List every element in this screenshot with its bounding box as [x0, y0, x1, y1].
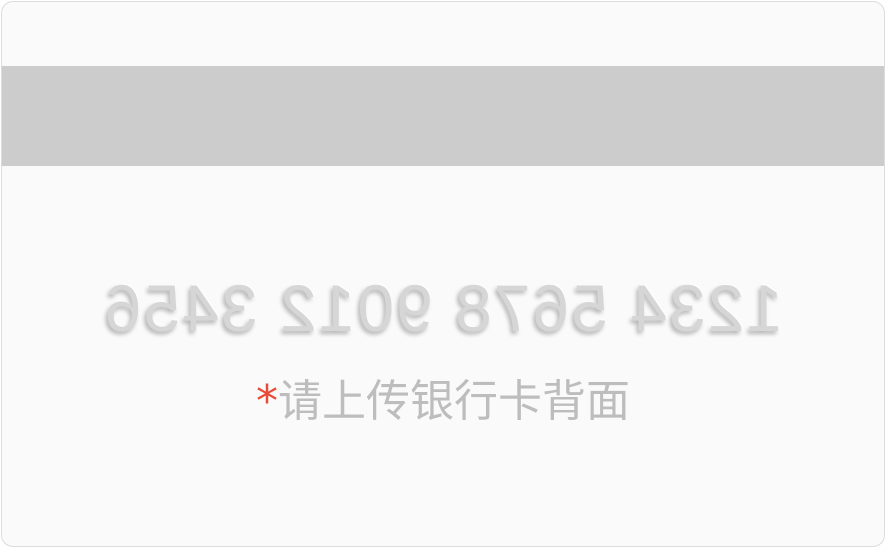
upload-hint: *请上传银行卡背面: [2, 374, 884, 430]
required-mark: *: [256, 376, 278, 427]
card-number-placeholder: 1234 5678 9012 3456: [102, 271, 784, 345]
bank-card-back-upload-area[interactable]: 1234 5678 9012 3456 *请上传银行卡背面: [1, 1, 885, 547]
upload-hint-text: 请上传银行卡背面: [278, 376, 630, 427]
magnetic-stripe: [2, 66, 884, 166]
